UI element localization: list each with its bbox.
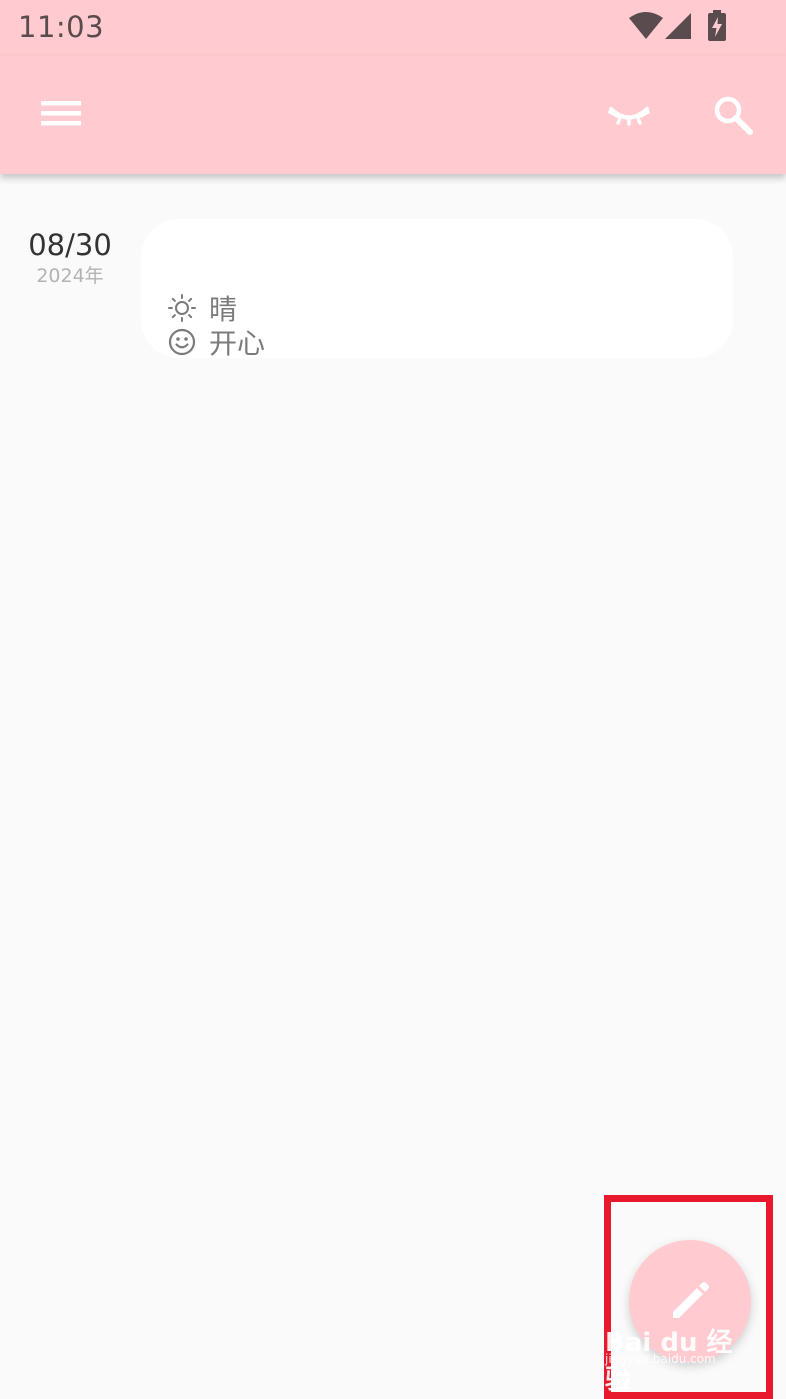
eye-closed-icon [608, 107, 650, 126]
entry-weather: 晴 [167, 291, 237, 326]
privacy-toggle-button[interactable] [596, 82, 662, 148]
app-bar [0, 56, 786, 174]
menu-button[interactable] [28, 84, 94, 142]
status-time: 11:03 [18, 10, 105, 44]
menu-icon [41, 101, 81, 126]
search-button[interactable] [700, 82, 766, 148]
cellular-signal-icon [665, 13, 691, 39]
wifi-icon [629, 12, 663, 39]
status-bar: 11:03 [0, 0, 786, 56]
mood-label: 开心 [209, 327, 266, 360]
smile-icon [168, 328, 196, 356]
diary-entry-card[interactable]: 晴 开心 [141, 219, 733, 360]
battery-charging-icon [708, 10, 726, 41]
entry-year: 2024年 [36, 265, 104, 287]
sun-icon [168, 294, 196, 322]
pencil-icon [673, 1282, 709, 1318]
entry-mood: 开心 [167, 325, 266, 360]
search-icon [714, 96, 753, 135]
status-icons [628, 10, 786, 44]
entry-date: 08/30 2024年 [0, 228, 140, 290]
entry-day: 08/30 [28, 228, 112, 262]
new-entry-button[interactable] [629, 1240, 751, 1362]
